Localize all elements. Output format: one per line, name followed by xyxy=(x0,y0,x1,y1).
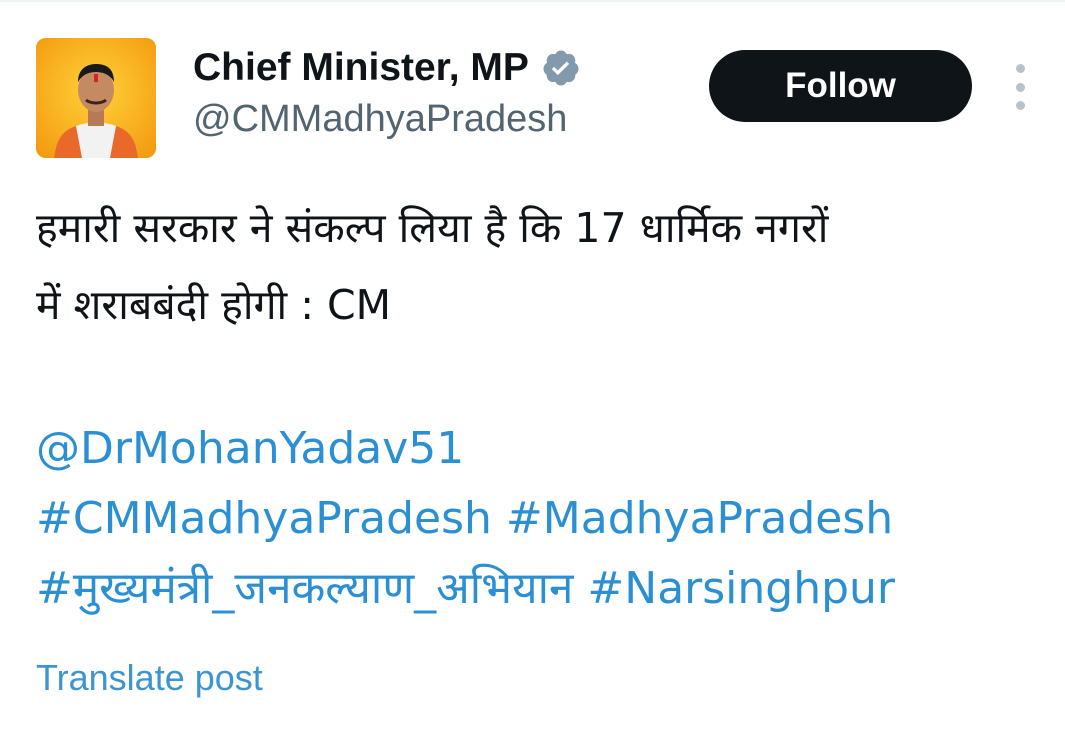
verified-badge-icon xyxy=(541,48,581,88)
hashtag-link[interactable]: #MadhyaPradesh xyxy=(506,493,893,544)
more-dot xyxy=(1015,101,1025,110)
hashtag-line: #CMMadhyaPradesh #MadhyaPradesh xyxy=(36,484,1056,554)
mention-line: @DrMohanYadav51 xyxy=(36,414,1056,484)
avatar-photo xyxy=(36,38,156,158)
post-text-line: हमारी सरकार ने संकल्प लिया है कि 17 धार्… xyxy=(36,204,829,252)
more-dot xyxy=(1015,64,1025,73)
mention-link[interactable]: @DrMohanYadav51 xyxy=(36,423,464,474)
hashtag-line: #मुख्यमंत्री_जनकल्याण_अभियान #Narsinghpu… xyxy=(36,554,1056,624)
post-links: @DrMohanYadav51 #CMMadhyaPradesh #Madhya… xyxy=(36,414,1056,624)
more-vertical-icon[interactable] xyxy=(1006,64,1034,110)
post-text-line: में शराबबंदी होगी : CM xyxy=(36,281,392,329)
author-handle[interactable]: @CMMadhyaPradesh xyxy=(193,98,567,141)
post-text: हमारी सरकार ने संकल्प लिया है कि 17 धार्… xyxy=(36,190,1036,344)
translate-post-link[interactable]: Translate post xyxy=(36,657,263,699)
hashtag-link[interactable]: #Narsinghpur xyxy=(587,563,895,614)
more-dot xyxy=(1015,82,1025,92)
hashtag-link[interactable]: #CMMadhyaPradesh xyxy=(36,493,492,544)
author-name-row: Chief Minister, MP xyxy=(193,44,581,92)
hashtag-link[interactable]: #मुख्यमंत्री_जनकल्याण_अभियान xyxy=(36,563,573,614)
top-divider xyxy=(0,0,1065,2)
author-display-name[interactable]: Chief Minister, MP xyxy=(193,46,529,90)
avatar[interactable] xyxy=(36,38,156,158)
follow-button[interactable]: Follow xyxy=(709,50,972,122)
